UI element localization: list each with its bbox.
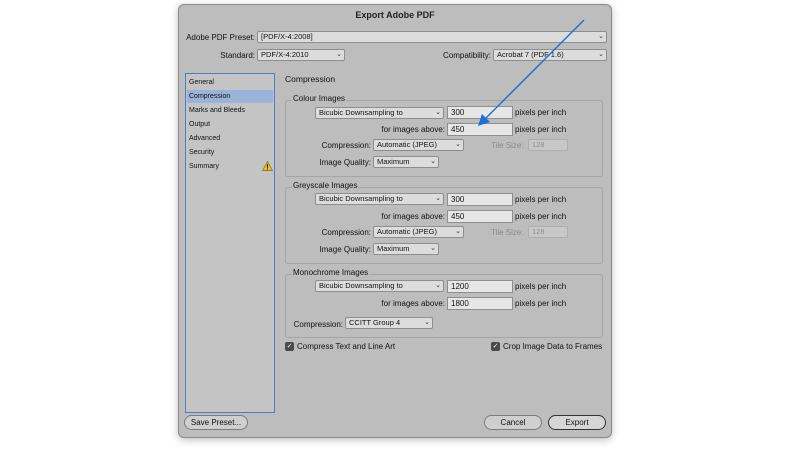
annotation-arrow bbox=[478, 19, 585, 126]
